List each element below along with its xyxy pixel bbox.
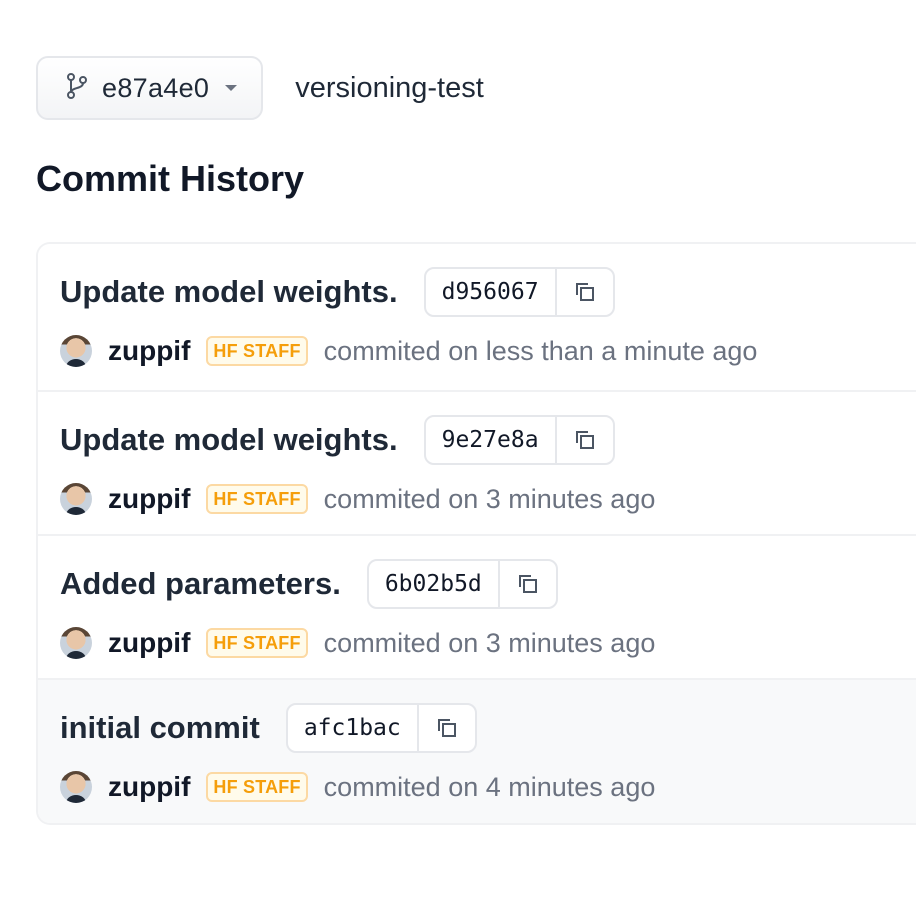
- commit-title[interactable]: Added parameters.: [60, 566, 341, 602]
- branch-selector-button[interactable]: e87a4e0: [36, 56, 264, 120]
- avatar[interactable]: [60, 483, 92, 515]
- copy-hash-button[interactable]: [416, 705, 475, 751]
- page-title: Commit History: [36, 158, 305, 199]
- commit-hash-box: 6b02b5d: [366, 559, 558, 609]
- commit-row: Update model weights. d956067 zuppif HF …: [38, 244, 916, 390]
- git-branch-icon: [64, 72, 90, 105]
- avatar[interactable]: [60, 627, 92, 659]
- staff-badge: HF STAFF: [206, 772, 308, 802]
- avatar[interactable]: [60, 335, 92, 367]
- commit-time: commited on less than a minute ago: [323, 335, 758, 366]
- commit-hash-box: d956067: [423, 267, 615, 317]
- copy-icon: [575, 431, 594, 449]
- commit-title[interactable]: Update model weights.: [60, 422, 398, 458]
- commit-row: Update model weights. 9e27e8a zuppif HF …: [38, 390, 916, 534]
- avatar[interactable]: [60, 771, 92, 803]
- commit-author[interactable]: zuppif: [108, 335, 190, 367]
- repo-name: versioning-test: [295, 71, 484, 104]
- commit-list: Update model weights. d956067 zuppif HF …: [36, 242, 916, 825]
- commit-hash-link[interactable]: 9e27e8a: [426, 417, 555, 463]
- commit-hash-link[interactable]: afc1bac: [288, 705, 417, 751]
- commit-hash-box: afc1bac: [285, 703, 477, 753]
- commit-row: Added parameters. 6b02b5d zuppif HF STAF…: [38, 534, 916, 678]
- commit-title[interactable]: initial commit: [60, 710, 260, 746]
- staff-badge: HF STAFF: [206, 336, 308, 366]
- copy-hash-button[interactable]: [497, 561, 556, 607]
- branch-label: e87a4e0: [102, 72, 210, 103]
- copy-icon: [575, 283, 594, 301]
- commit-title[interactable]: Update model weights.: [60, 274, 398, 310]
- top-bar: e87a4e0 versioning-test: [36, 54, 484, 122]
- copy-icon: [518, 575, 537, 593]
- chevron-down-icon: [225, 85, 238, 91]
- commit-author[interactable]: zuppif: [108, 483, 190, 515]
- staff-badge: HF STAFF: [206, 628, 308, 658]
- commit-row: initial commit afc1bac zuppif HF STAFF c…: [38, 678, 916, 823]
- commit-hash-link[interactable]: d956067: [426, 269, 555, 315]
- copy-hash-button[interactable]: [554, 269, 613, 315]
- copy-icon: [437, 719, 456, 737]
- commit-hash-box: 9e27e8a: [423, 415, 615, 465]
- staff-badge: HF STAFF: [206, 484, 308, 514]
- commit-hash-link[interactable]: 6b02b5d: [369, 561, 498, 607]
- commit-time: commited on 4 minutes ago: [323, 771, 656, 802]
- commit-time: commited on 3 minutes ago: [323, 627, 656, 658]
- commit-author[interactable]: zuppif: [108, 627, 190, 659]
- commit-author[interactable]: zuppif: [108, 771, 190, 803]
- copy-hash-button[interactable]: [554, 417, 613, 463]
- commit-time: commited on 3 minutes ago: [323, 483, 656, 514]
